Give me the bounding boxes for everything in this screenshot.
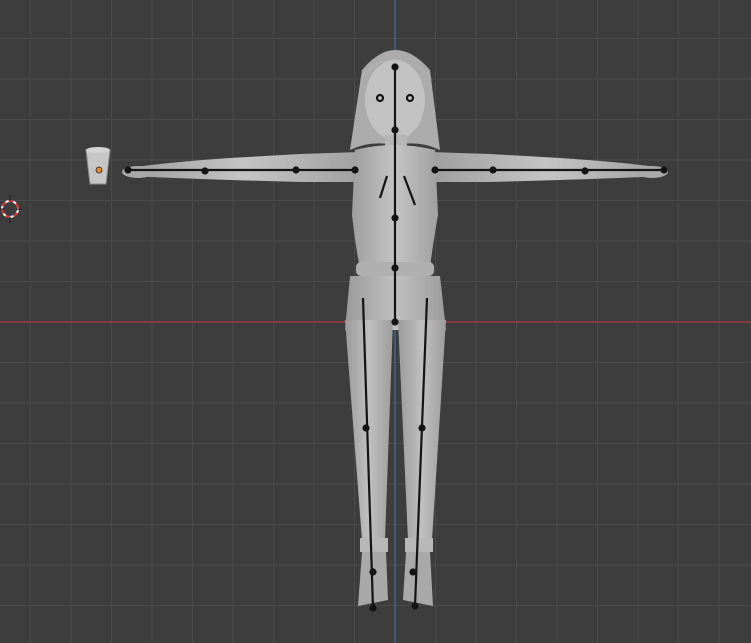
- cup-object[interactable]: [85, 147, 111, 185]
- armature-bones[interactable]: [124, 63, 668, 612]
- 3d-viewport[interactable]: [0, 0, 751, 643]
- 3d-cursor-icon[interactable]: [0, 195, 22, 223]
- viewport-canvas[interactable]: [0, 0, 751, 643]
